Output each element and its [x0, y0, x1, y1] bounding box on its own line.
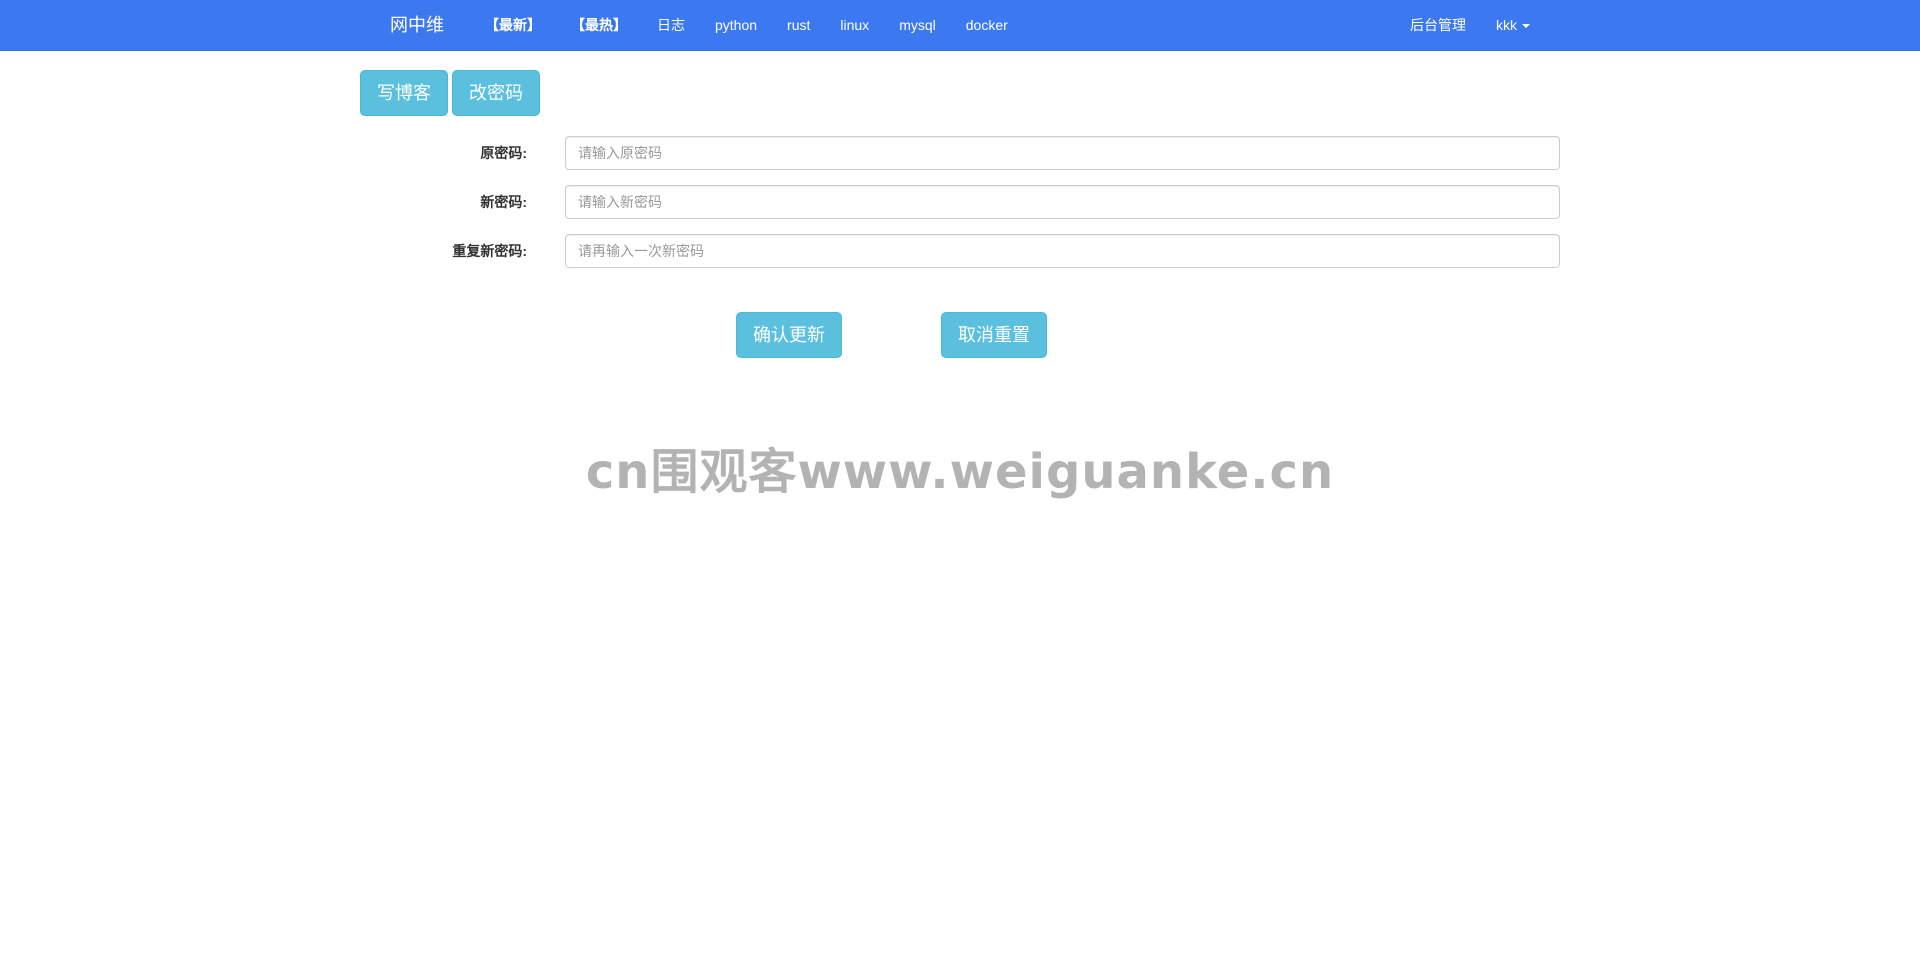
repeat-password-label: 重复新密码: — [452, 243, 527, 259]
repeat-password-row: 重复新密码: — [390, 234, 1560, 268]
user-name: kkk — [1496, 17, 1517, 33]
new-password-row: 新密码: — [390, 185, 1560, 219]
nav-link-log[interactable]: 日志 — [642, 0, 700, 50]
old-password-input[interactable] — [565, 136, 1560, 170]
write-blog-button[interactable]: 写博客 — [360, 70, 448, 116]
user-menu[interactable]: kkk — [1481, 0, 1545, 50]
nav-link-docker[interactable]: docker — [951, 0, 1023, 50]
old-password-row: 原密码: — [390, 136, 1560, 170]
caret-down-icon — [1522, 24, 1530, 29]
nav-link-admin[interactable]: 后台管理 — [1395, 0, 1481, 50]
repeat-password-input[interactable] — [565, 234, 1560, 268]
new-password-input[interactable] — [565, 185, 1560, 219]
confirm-update-button[interactable]: 确认更新 — [736, 312, 842, 358]
new-password-label: 新密码: — [480, 194, 527, 210]
old-password-label: 原密码: — [480, 145, 527, 161]
top-navbar: 网中维 【最新】 【最热】 日志 python rust linux mysql… — [0, 0, 1920, 51]
change-password-button[interactable]: 改密码 — [452, 70, 540, 116]
nav-link-hottest[interactable]: 【最热】 — [556, 0, 642, 50]
brand-logo[interactable]: 网中维 — [390, 0, 444, 50]
nav-link-linux[interactable]: linux — [825, 0, 884, 50]
nav-link-mysql[interactable]: mysql — [884, 0, 951, 50]
nav-link-latest[interactable]: 【最新】 — [470, 0, 556, 50]
nav-link-rust[interactable]: rust — [772, 0, 825, 50]
cancel-reset-button[interactable]: 取消重置 — [941, 312, 1047, 358]
watermark: cn围观客www.weiguanke.cn — [585, 444, 1335, 500]
nav-right: 后台管理 kkk — [1395, 0, 1545, 50]
nav-links: 【最新】 【最热】 日志 python rust linux mysql doc… — [470, 0, 1023, 50]
nav-link-python[interactable]: python — [700, 0, 772, 50]
